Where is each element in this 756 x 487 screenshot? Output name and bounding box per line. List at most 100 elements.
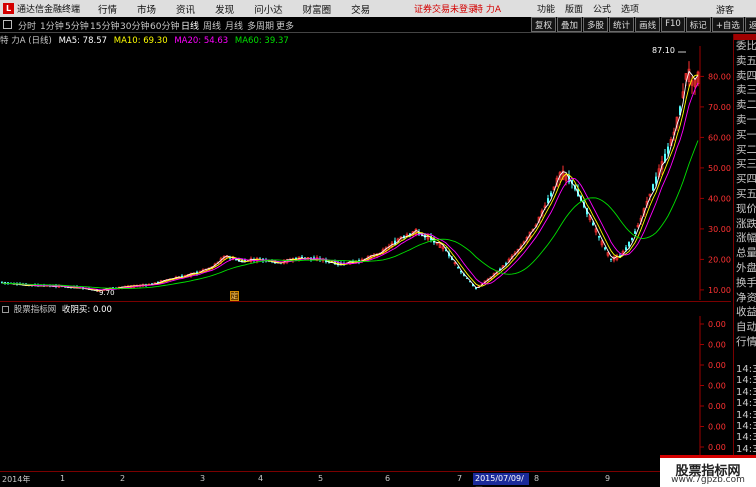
ma20-line [1,82,699,291]
tick-time: 14:35 [736,386,756,398]
ma10-label: MA10: 69.30 [113,36,168,46]
candle-body [655,176,657,184]
candlesticks [1,61,700,292]
overlay-button[interactable]: 叠加 [557,17,583,32]
candle-body [631,237,633,240]
time-tick-2014: 2014年 [2,475,31,484]
price-tick-label: 20.00 [708,255,731,264]
time-tick-5: 5 [318,474,324,483]
multi-stock-button[interactable]: 多股 [583,17,609,32]
quote-field-label: 净资 [736,291,756,304]
price-tick-label: 40.00 [708,194,731,203]
period-30min[interactable]: 30分钟 [120,19,149,32]
adjust-button[interactable]: 复权 [531,17,557,32]
quote-field-label: 委比 [736,40,756,52]
login-status[interactable]: 证券交易未登录 [414,2,477,15]
time-tick-1: 1 [60,474,66,483]
indicator-name[interactable]: 股票指标网 [14,305,57,315]
period-15min[interactable]: 15分钟 [90,19,119,32]
quote-field-label: 卖五 [736,54,756,67]
tick-time: 14:35 [736,409,756,421]
title-bar: L 通达信金融终端 行情 市场 资讯 发现 问小达 财富圈 交易 证券交易未登录… [0,0,756,17]
quote-field-label: 现价 [736,202,756,215]
menu-layout[interactable]: 版面 [560,2,588,15]
chart-toolbar: 复权 叠加 多股 统计 画线 F10 标记 +自选 返回 [531,17,756,32]
menu-item-ask[interactable]: 问小达 [244,2,293,16]
add-watchlist-button[interactable]: +自选 [711,17,744,32]
price-tick-labels: 10.00 20.00 30.00 40.00 50.00 60.00 70.00 80.00 [700,72,731,295]
menu-item-discover[interactable]: 发现 [205,2,244,16]
period-1min[interactable]: 1分钟 [40,19,64,32]
period-monthly[interactable]: 月线 [225,19,243,32]
menu-function[interactable]: 功能 [532,2,560,15]
quote-field-label: 买一 [736,128,756,141]
period-daily[interactable]: 日线 [181,19,199,32]
back-button[interactable]: 返回 [744,17,756,32]
tick-time: 14:35 [736,398,756,410]
period-60min[interactable]: 60分钟 [150,19,179,32]
period-weekly[interactable]: 周线 [203,19,221,32]
candle-body [667,146,669,154]
tick-time: 14:35 [736,443,756,455]
ma5-line [1,70,699,292]
quote-field-label: 卖一 [736,114,756,126]
quote-field-label: 行情 [736,336,756,348]
tick-time: 14:35 [736,375,756,387]
tick-time: 14:35 [736,432,756,444]
moving-average-lines [1,51,699,292]
price-tick-label: 70.00 [708,103,731,112]
menu-item-exchange[interactable]: 市场 [127,2,166,16]
indicator-header: 股票指标网 收阴买: 0.00 [0,303,700,315]
layout-toggle-icon[interactable] [3,20,12,29]
f10-button[interactable]: F10 [661,17,685,32]
indicator-settings-icon[interactable] [2,306,9,313]
indicator-tick-label: 0.00 [708,423,726,432]
menu-formula[interactable]: 公式 [588,2,616,15]
ma60-line [1,140,699,290]
time-tick-6: 6 [385,474,391,483]
indicator-tick-label: 0.00 [708,320,726,329]
tick-time: 14:35 [736,421,756,432]
time-tick-3: 3 [200,474,206,483]
panel-divider [0,301,731,302]
period-intraday[interactable]: 分时 [18,19,36,32]
crosshair-date: 2015/07/09/四 [473,473,529,487]
stock-title: 特 力A [474,5,502,15]
period-bar: 分时 1分钟 5分钟 15分钟 30分钟 60分钟 日线 周线 月线 多周期 更… [0,17,756,33]
mark-button[interactable]: 标记 [685,17,711,32]
quote-field-label: 外盘 [736,262,756,274]
indicator-tick-labels: 0.000.000.000.000.000.000.000.00 [700,320,726,471]
statistics-button[interactable]: 统计 [609,17,635,32]
period-multi[interactable]: 多周期 [247,19,274,32]
quote-field-label: 自动 [736,321,756,334]
quote-field-label: 收益 [736,306,756,319]
candle-body [628,241,630,247]
tick-time: 14:34 [736,364,756,375]
period-more[interactable]: 更多 [276,19,294,32]
menu-item-news[interactable]: 资讯 [166,2,205,16]
app-logo-icon: L [3,3,14,14]
event-marker[interactable]: 定 [230,291,239,301]
quote-panel: 委比 卖五 卖四 卖三 卖二 卖一 买一 买二 买三 买四 买五 现价 涨跌 涨幅 总量 外盘 换手 净资 收益 自动… [733,34,756,471]
price-tick-label: 60.00 [708,133,731,142]
draw-line-button[interactable]: 画线 [635,17,661,32]
quote-field-label: 买五 [736,188,756,200]
indicator-chart[interactable]: 0.000.000.000.000.000.000.000.00 [0,316,731,471]
high-price-annotation: 87.10 [652,46,675,55]
menu-item-trade[interactable]: 交易 [341,2,380,16]
watermark-url: www.7gpzb.com [671,475,745,485]
menu-item-market[interactable]: 行情 [88,2,127,16]
period-5min[interactable]: 5分钟 [65,19,89,32]
menu-item-wealth[interactable]: 财富圈 [293,2,342,16]
kline-chart[interactable]: 10.00 20.00 30.00 40.00 50.00 60.00 70.00 80.00… [0,46,731,300]
indicator-tick-label: 0.00 [708,361,726,370]
price-tick-label: 50.00 [708,164,731,173]
time-tick-8: 8 [534,474,540,483]
candle-body [610,258,612,260]
ma60-label: MA60: 39.37 [234,36,289,46]
quote-field-label: 总量 [736,247,756,260]
menu-options[interactable]: 选项 [616,2,644,15]
quote-field-label: 卖三 [736,84,756,97]
time-tick-4: 4 [258,474,264,483]
guest-user[interactable]: 游客 [716,3,734,16]
